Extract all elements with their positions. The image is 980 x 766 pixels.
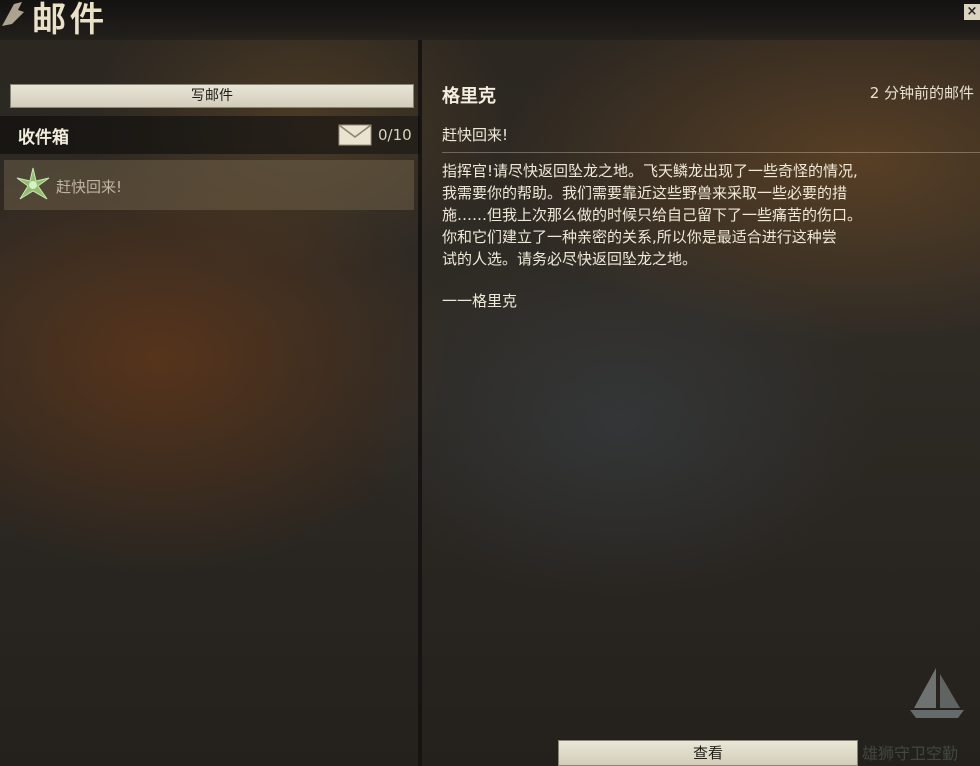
mail-list-item[interactable]: 赶快回来! bbox=[4, 160, 414, 210]
title-bar: 邮件 × bbox=[0, 0, 980, 40]
airship-icon bbox=[910, 668, 964, 718]
window-title: 邮件 bbox=[32, 0, 108, 40]
mail-item-subject: 赶快回来! bbox=[56, 178, 123, 196]
inbox-count: 0/10 bbox=[378, 126, 412, 144]
body-separator bbox=[442, 152, 980, 153]
compose-mail-button[interactable]: 写邮件 bbox=[10, 84, 414, 108]
star-burst-icon bbox=[16, 167, 50, 200]
message-signature: 一一格里克 bbox=[442, 292, 518, 310]
griffon-emblem-icon bbox=[2, 2, 24, 26]
message-timestamp: 2 分钟前的邮件 bbox=[869, 84, 974, 102]
message-subject: 赶快回来! bbox=[442, 126, 509, 144]
close-button[interactable]: × bbox=[964, 4, 980, 20]
inbox-header: 收件箱 0/10 bbox=[0, 116, 420, 154]
inbox-title: 收件箱 bbox=[18, 128, 69, 148]
background-ui-text: 雄狮守卫空勤 bbox=[862, 744, 959, 763]
message-sender: 格里克 bbox=[442, 86, 496, 107]
envelope-icon bbox=[338, 124, 372, 146]
view-button[interactable]: 查看 bbox=[558, 740, 858, 766]
inbox-list: 赶快回来! bbox=[0, 156, 420, 766]
message-body: 指挥官!请尽快返回坠龙之地。飞天鳞龙出现了一些奇怪的情况, 我需要你的帮助。我们… bbox=[442, 162, 863, 268]
message-reader: 格里克 2 分钟前的邮件 赶快回来! 指挥官!请尽快返回坠龙之地。飞天鳞龙出现了… bbox=[422, 40, 980, 766]
